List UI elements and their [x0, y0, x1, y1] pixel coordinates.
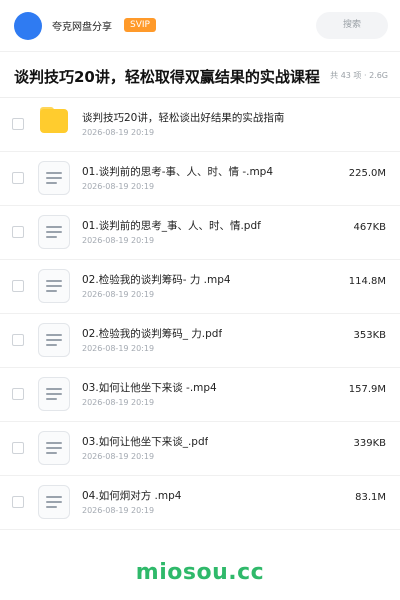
file-size: 353KB — [353, 330, 386, 341]
document-icon-line — [46, 339, 62, 341]
select-checkbox[interactable] — [12, 334, 24, 346]
document-icon-line — [46, 452, 57, 454]
document-icon — [38, 377, 70, 411]
select-checkbox[interactable] — [12, 172, 24, 184]
watermark: miosou.cc — [135, 560, 265, 585]
svip-badge[interactable]: SVIP — [124, 18, 156, 32]
document-icon — [38, 485, 70, 519]
avatar[interactable] — [14, 12, 42, 40]
select-checkbox[interactable] — [12, 280, 24, 292]
file-date: 2026-08-19 20:19 — [82, 128, 155, 137]
select-checkbox[interactable] — [12, 388, 24, 400]
select-checkbox[interactable] — [12, 118, 24, 130]
page-title: 谈判技巧20讲，轻松取得双赢结果的实战课程 — [14, 68, 320, 86]
select-checkbox[interactable] — [12, 442, 24, 454]
document-icon-line — [46, 388, 62, 390]
document-icon — [38, 431, 70, 465]
list-item[interactable]: 03.如何让他坐下来谈 -.mp4 2026-08-19 20:19 157.9… — [0, 368, 400, 422]
file-date: 2026-08-19 20:19 — [82, 182, 155, 191]
document-icon-line — [46, 172, 62, 174]
file-size: 114.8M — [348, 276, 386, 287]
document-icon-line — [46, 226, 62, 228]
file-size: 83.1M — [355, 492, 386, 503]
search-input[interactable]: 搜索 — [316, 12, 388, 39]
share-meta: 共 43 项 · 2.6G — [330, 71, 388, 80]
file-name[interactable]: 02.检验我的谈判筹码- 力 .mp4 — [82, 272, 231, 287]
document-icon-line — [46, 231, 62, 233]
document-icon-line — [46, 447, 62, 449]
document-icon — [38, 161, 70, 195]
select-checkbox[interactable] — [12, 496, 24, 508]
document-icon-line — [46, 496, 62, 498]
document-icon-line — [46, 442, 62, 444]
document-icon-line — [46, 236, 57, 238]
file-name[interactable]: 01.谈判前的思考-事、人、时、情 -.mp4 — [82, 164, 273, 179]
document-icon-line — [46, 501, 62, 503]
document-icon — [38, 269, 70, 303]
file-date: 2026-08-19 20:19 — [82, 290, 155, 299]
list-item[interactable]: 01.谈判前的思考-事、人、时、情 -.mp4 2026-08-19 20:19… — [0, 152, 400, 206]
file-name[interactable]: 01.谈判前的思考_事、人、时、情.pdf — [82, 218, 261, 233]
file-date: 2026-08-19 20:19 — [82, 344, 155, 353]
file-name[interactable]: 04.如何炯对方 .mp4 — [82, 488, 181, 503]
list-item[interactable]: 01.谈判前的思考_事、人、时、情.pdf 2026-08-19 20:19 4… — [0, 206, 400, 260]
list-item[interactable]: 02.检验我的谈判筹码- 力 .mp4 2026-08-19 20:19 114… — [0, 260, 400, 314]
file-name[interactable]: 03.如何让他坐下来谈_.pdf — [82, 434, 208, 449]
document-icon-line — [46, 344, 57, 346]
document-icon-line — [46, 334, 62, 336]
document-icon-line — [46, 182, 57, 184]
app-name: 夸克网盘分享 — [52, 22, 112, 33]
document-icon-line — [46, 177, 62, 179]
file-date: 2026-08-19 20:19 — [82, 236, 155, 245]
document-icon-line — [46, 290, 57, 292]
top-bar: 夸克网盘分享 SVIP 搜索 — [0, 0, 400, 52]
file-size: 467KB — [353, 222, 386, 233]
file-size: 339KB — [353, 438, 386, 449]
document-icon-line — [46, 285, 62, 287]
file-date: 2026-08-19 20:19 — [82, 506, 155, 515]
folder-icon — [40, 109, 68, 133]
list-item[interactable]: 谈判技巧20讲，轻松谈出好结果的实战指南 2026-08-19 20:19 — [0, 98, 400, 152]
document-icon-line — [46, 393, 62, 395]
share-header: 谈判技巧20讲，轻松取得双赢结果的实战课程 共 43 项 · 2.6G — [0, 52, 400, 98]
select-checkbox[interactable] — [12, 226, 24, 238]
document-icon — [38, 323, 70, 357]
document-icon — [38, 215, 70, 249]
document-icon-line — [46, 506, 57, 508]
file-name[interactable]: 03.如何让他坐下来谈 -.mp4 — [82, 380, 217, 395]
file-name[interactable]: 谈判技巧20讲，轻松谈出好结果的实战指南 — [82, 110, 284, 125]
file-size: 225.0M — [348, 168, 386, 179]
list-item[interactable]: 02.检验我的谈判筹码_ 力.pdf 2026-08-19 20:19 353K… — [0, 314, 400, 368]
list-item[interactable]: 03.如何让他坐下来谈_.pdf 2026-08-19 20:19 339KB — [0, 422, 400, 476]
file-list: 谈判技巧20讲，轻松谈出好结果的实战指南 2026-08-19 20:19 01… — [0, 98, 400, 530]
file-size: 157.9M — [348, 384, 386, 395]
file-name[interactable]: 02.检验我的谈判筹码_ 力.pdf — [82, 326, 222, 341]
file-date: 2026-08-19 20:19 — [82, 398, 155, 407]
document-icon-line — [46, 398, 57, 400]
file-date: 2026-08-19 20:19 — [82, 452, 155, 461]
document-icon-line — [46, 280, 62, 282]
list-item[interactable]: 04.如何炯对方 .mp4 2026-08-19 20:19 83.1M — [0, 476, 400, 530]
